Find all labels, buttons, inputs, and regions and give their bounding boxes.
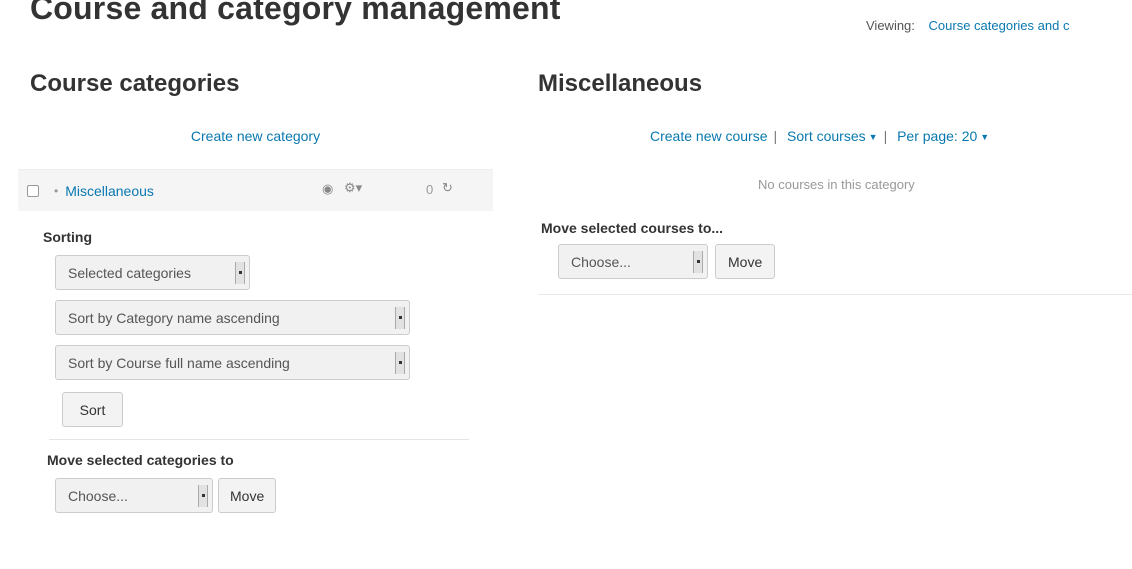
divider <box>538 294 1132 295</box>
viewing-mode-link[interactable]: Course categories and c <box>929 18 1070 33</box>
viewing-label: Viewing: <box>866 18 915 33</box>
move-categories-button[interactable]: Move <box>218 478 277 513</box>
per-page-label: Per page: 20 <box>897 128 978 144</box>
gear-icon[interactable]: ⚙▾ <box>344 180 362 196</box>
category-row: • Miscellaneous ◉ ⚙▾ 0 ↻ <box>18 169 493 211</box>
move-courses-select[interactable]: Choose... <box>558 244 708 279</box>
move-courses-label: Move selected courses to... <box>541 220 724 236</box>
category-checkbox[interactable] <box>27 184 39 197</box>
sort-button[interactable]: Sort <box>62 392 123 427</box>
per-page-menu[interactable]: Per page: 20 ▼ <box>897 128 989 144</box>
sort-courses-select[interactable]: Sort by Course full name ascending <box>55 345 410 380</box>
dropdown-caret-icon <box>395 351 405 374</box>
move-courses-value: Choose... <box>571 253 631 270</box>
sorting-label: Sorting <box>43 229 92 245</box>
dropdown-caret-icon <box>395 306 405 329</box>
bullet-icon: • <box>54 183 59 198</box>
sort-courses-value: Sort by Course full name ascending <box>68 354 290 371</box>
category-title: Miscellaneous <box>538 70 703 97</box>
course-count: 0 <box>426 182 434 197</box>
move-categories-label: Move selected categories to <box>47 452 234 468</box>
move-courses-button[interactable]: Move <box>715 244 776 279</box>
chevron-down-icon: ▼ <box>868 132 878 143</box>
viewing-selector: Viewing: Course categories and c <box>866 18 1069 33</box>
move-categories-select[interactable]: Choose... <box>55 478 213 513</box>
move-categories-value: Choose... <box>68 487 128 504</box>
course-actions: Create new course | Sort courses ▼ | Per pa… <box>650 128 990 144</box>
refresh-icon[interactable]: ↻ <box>442 180 453 196</box>
empty-courses-message: No courses in this category <box>758 177 915 192</box>
course-categories-title: Course categories <box>30 70 240 97</box>
sort-categories-select[interactable]: Sort by Category name ascending <box>55 300 410 335</box>
eye-icon[interactable]: ◉ <box>322 181 333 197</box>
sort-categories-value: Sort by Category name ascending <box>68 309 280 326</box>
category-link-miscellaneous[interactable]: Miscellaneous <box>65 183 154 199</box>
dropdown-caret-icon <box>198 484 208 507</box>
sort-courses-label: Sort courses <box>787 128 866 144</box>
create-category-link[interactable]: Create new category <box>191 128 320 144</box>
sort-scope-value: Selected categories <box>68 264 191 281</box>
course-categories-panel: Course categories Create new category • … <box>18 70 493 513</box>
dropdown-caret-icon <box>235 261 245 284</box>
category-courses-panel: Miscellaneous Create new course | Sort co… <box>538 70 1132 295</box>
divider <box>49 439 469 440</box>
sort-courses-menu[interactable]: Sort courses ▼ <box>787 128 878 144</box>
create-course-link[interactable]: Create new course <box>650 128 768 144</box>
sort-scope-select[interactable]: Selected categories <box>55 255 250 290</box>
chevron-down-icon: ▼ <box>980 132 990 143</box>
page-title: Course and category management <box>30 0 561 26</box>
dropdown-caret-icon <box>693 250 703 273</box>
